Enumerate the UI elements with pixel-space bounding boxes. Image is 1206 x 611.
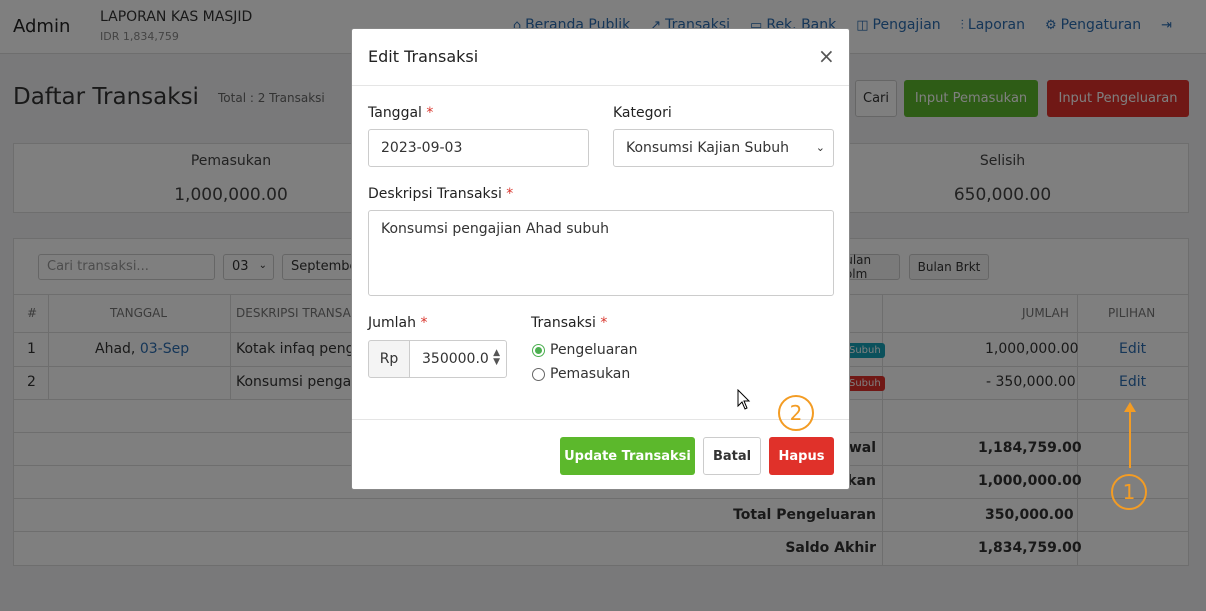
update-transaction-button[interactable]: Update Transaksi [560, 437, 695, 475]
chevron-down-icon: ⌄ [815, 141, 825, 154]
annotation-arrow-icon [1124, 402, 1136, 468]
date-label-text: Tanggal [368, 105, 422, 121]
mouse-cursor-icon [737, 389, 751, 410]
category-select[interactable]: Konsumsi Kajian Subuh ⌄ [613, 129, 834, 167]
description-label-text: Deskripsi Transaksi [368, 186, 502, 202]
amount-label: Jumlah * [368, 315, 427, 331]
date-input[interactable]: 2023-09-03 [368, 129, 589, 167]
radio-expense-label[interactable]: Pengeluaran [550, 342, 637, 358]
required-mark: * [426, 105, 434, 121]
annotation-step-1: 1 [1111, 474, 1147, 510]
type-label-text: Transaksi [531, 315, 596, 331]
description-textarea[interactable]: Konsumsi pengajian Ahad subuh [368, 210, 834, 296]
annotation-step-2: 2 [778, 395, 814, 431]
radio-expense[interactable] [532, 344, 545, 357]
amount-label-text: Jumlah [368, 315, 416, 331]
modal-divider [352, 85, 849, 86]
delete-button[interactable]: Hapus [769, 437, 834, 475]
amount-input[interactable]: 350000.0 ▲ ▼ [409, 340, 507, 378]
close-icon[interactable]: × [818, 44, 835, 68]
required-mark: * [600, 315, 608, 331]
edit-transaction-modal: Edit Transaksi × Tanggal * 2023-09-03 Ka… [351, 28, 850, 490]
amount-value: 350000.0 [422, 351, 489, 367]
modal-title: Edit Transaksi [368, 47, 479, 66]
required-mark: * [420, 315, 428, 331]
radio-income-label[interactable]: Pemasukan [550, 366, 630, 382]
date-label: Tanggal * [368, 105, 433, 121]
radio-income[interactable] [532, 368, 545, 381]
category-label: Kategori [613, 105, 672, 121]
cancel-button[interactable]: Batal [703, 437, 761, 475]
modal-footer-divider [352, 419, 849, 420]
required-mark: * [506, 186, 514, 202]
type-label: Transaksi * [531, 315, 607, 331]
category-value: Konsumsi Kajian Subuh [626, 140, 789, 156]
description-label: Deskripsi Transaksi * [368, 186, 513, 202]
stepper-icon[interactable]: ▲ ▼ [493, 349, 500, 367]
currency-addon: Rp [368, 340, 410, 378]
